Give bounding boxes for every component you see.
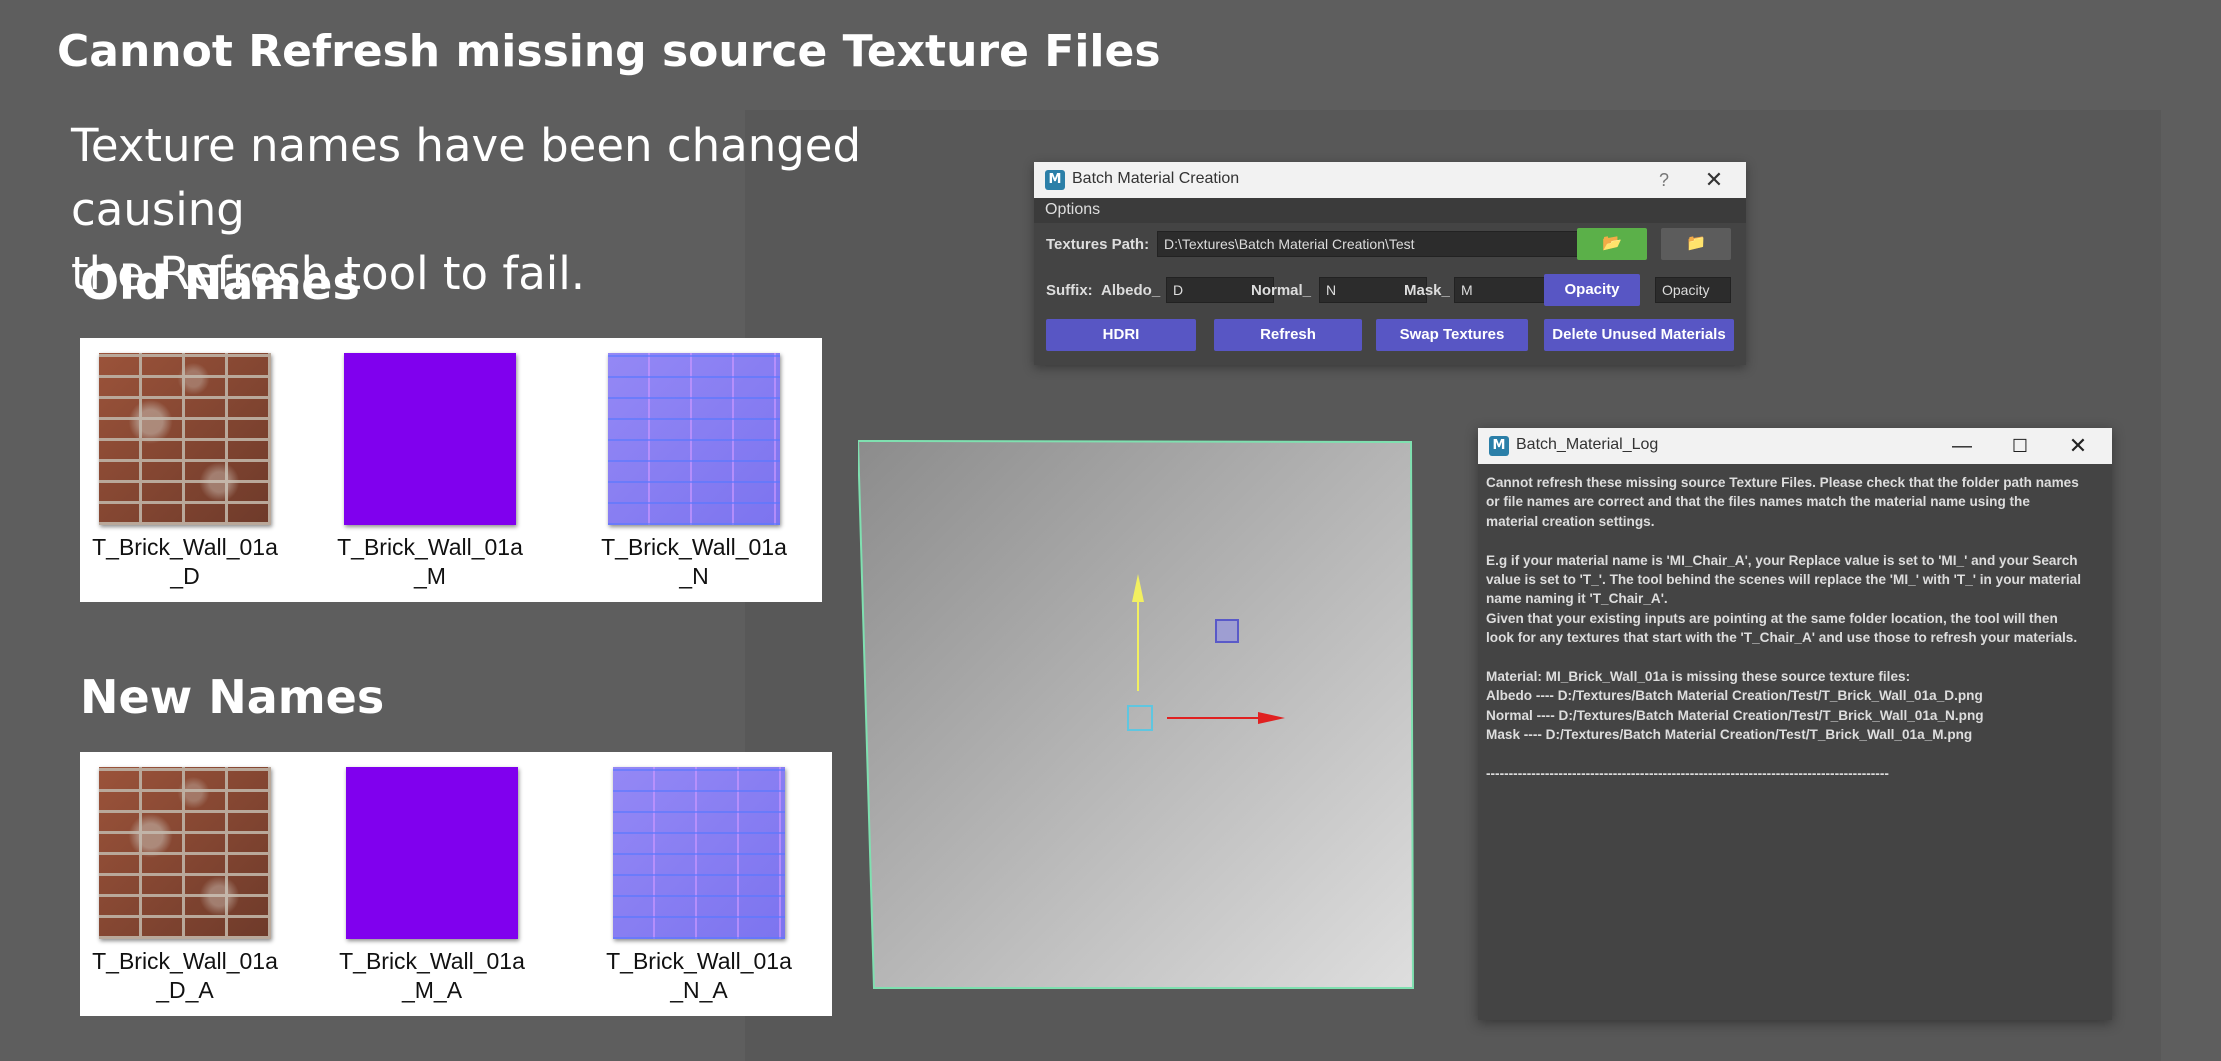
hdri-button[interactable]: HDRI <box>1046 319 1196 351</box>
gizmo-plane-handle[interactable] <box>1215 619 1239 643</box>
texture-label: T_Brick_Wall_01a _D <box>92 534 278 589</box>
texture-item-normal[interactable]: T_Brick_Wall_01a _N_A <box>594 767 804 1005</box>
subtitle-line: Texture names have been changed causing <box>71 119 862 236</box>
batch-material-log-window: M Batch_Material_Log — ☐ ✕ Cannot refres… <box>1478 428 2112 1020</box>
old-textures-panel: T_Brick_Wall_01a _D T_Brick_Wall_01a _M … <box>80 338 822 602</box>
refresh-button[interactable]: Refresh <box>1214 319 1362 351</box>
texture-item-albedo[interactable]: T_Brick_Wall_01a _D_A <box>80 767 290 1005</box>
folder-open-icon: 📂 <box>1602 235 1622 252</box>
viewport-canvas <box>858 440 1414 989</box>
log-line: value is set to 'T_'. The tool behind th… <box>1486 571 2082 587</box>
texture-label: T_Brick_Wall_01a _D_A <box>92 948 278 1003</box>
log-line: Normal ---- D:/Textures/Batch Material C… <box>1486 707 1984 723</box>
log-line: name naming it 'T_Chair_A'. <box>1486 591 1668 607</box>
browse-folder-button[interactable]: 📁 <box>1661 228 1731 260</box>
new-names-heading: New Names <box>80 670 385 724</box>
maya-app-icon: M <box>1045 170 1065 190</box>
texture-item-mask[interactable]: T_Brick_Wall_01a _M_A <box>327 767 537 1005</box>
maya-app-icon: M <box>1489 436 1509 456</box>
old-names-heading: Old Names <box>80 256 360 310</box>
log-line: look for any textures that start with th… <box>1486 630 2078 646</box>
log-text-area[interactable]: Cannot refresh these missing source Text… <box>1486 473 2106 783</box>
log-line: material creation settings. <box>1486 513 1655 529</box>
batch-material-creation-window: M Batch Material Creation ? ✕ Options Te… <box>1034 162 1746 365</box>
textures-path-input[interactable]: D:\Textures\Batch Material Creation\Test <box>1157 231 1597 257</box>
normal-label: Normal_ <box>1251 282 1312 299</box>
texture-item-normal[interactable]: T_Brick_Wall_01a _N <box>589 353 799 591</box>
close-button[interactable]: ✕ <box>2058 430 2098 462</box>
albedo-texture-thumbnail[interactable] <box>99 353 271 525</box>
viewport-plane <box>858 440 1414 989</box>
log-blank-line <box>1486 744 2106 763</box>
suffix-label: Suffix: <box>1046 282 1093 299</box>
textures-path-label: Textures Path: <box>1046 236 1150 253</box>
texture-item-mask[interactable]: T_Brick_Wall_01a _M <box>325 353 535 591</box>
log-line: E.g if your material name is 'MI_Chair_A… <box>1486 552 2078 568</box>
folder-icon: 📁 <box>1686 235 1706 252</box>
log-line: Given that your existing inputs are poin… <box>1486 610 2058 626</box>
mask-texture-thumbnail[interactable] <box>346 767 518 939</box>
window-title: Batch Material Creation <box>1072 170 1240 187</box>
3d-viewport[interactable] <box>858 440 1414 990</box>
normal-texture-thumbnail[interactable] <box>613 767 785 939</box>
log-separator: ----------------------------------------… <box>1486 765 1889 781</box>
delete-unused-materials-button[interactable]: Delete Unused Materials <box>1544 319 1734 351</box>
log-line: Mask ---- D:/Textures/Batch Material Cre… <box>1486 727 1973 743</box>
albedo-label: Albedo_ <box>1101 282 1161 299</box>
texture-label: T_Brick_Wall_01a _N_A <box>606 948 792 1003</box>
texture-label: T_Brick_Wall_01a _M <box>337 534 523 589</box>
window-titlebar[interactable]: M Batch Material Creation ? ✕ <box>1034 162 1746 198</box>
new-textures-panel: T_Brick_Wall_01a _D_A T_Brick_Wall_01a _… <box>80 752 832 1016</box>
log-window-title: Batch_Material_Log <box>1516 436 1659 453</box>
texture-label: T_Brick_Wall_01a _N <box>601 534 787 589</box>
maximize-button[interactable]: ☐ <box>2000 430 2040 462</box>
open-folder-button[interactable]: 📂 <box>1577 228 1647 260</box>
log-blank-line <box>1486 531 2106 550</box>
swap-textures-button[interactable]: Swap Textures <box>1376 319 1528 351</box>
log-window-titlebar[interactable]: M Batch_Material_Log — ☐ ✕ <box>1478 428 2112 464</box>
close-button[interactable]: ✕ <box>1696 164 1732 196</box>
log-line: Material: MI_Brick_Wall_01a is missing t… <box>1486 668 1911 684</box>
menu-bar: Options <box>1034 198 1746 223</box>
texture-label: T_Brick_Wall_01a _M_A <box>339 948 525 1003</box>
log-blank-line <box>1486 648 2106 667</box>
help-button[interactable]: ? <box>1646 164 1682 196</box>
log-line: Albedo ---- D:/Textures/Batch Material C… <box>1486 688 1983 704</box>
mask-texture-thumbnail[interactable] <box>344 353 516 525</box>
page-title: Cannot Refresh missing source Texture Fi… <box>57 26 1161 77</box>
opacity-button[interactable]: Opacity <box>1544 274 1640 306</box>
log-line: or file names are correct and that the f… <box>1486 494 2030 510</box>
menu-options[interactable]: Options <box>1045 201 1100 219</box>
minimize-button[interactable]: — <box>1942 430 1982 462</box>
albedo-texture-thumbnail[interactable] <box>99 767 271 939</box>
mask-label: Mask_ <box>1404 282 1450 299</box>
log-line: Cannot refresh these missing source Text… <box>1486 475 2079 490</box>
texture-item-albedo[interactable]: T_Brick_Wall_01a _D <box>80 353 290 591</box>
normal-texture-thumbnail[interactable] <box>608 353 780 525</box>
opacity-input[interactable]: Opacity <box>1655 277 1731 303</box>
